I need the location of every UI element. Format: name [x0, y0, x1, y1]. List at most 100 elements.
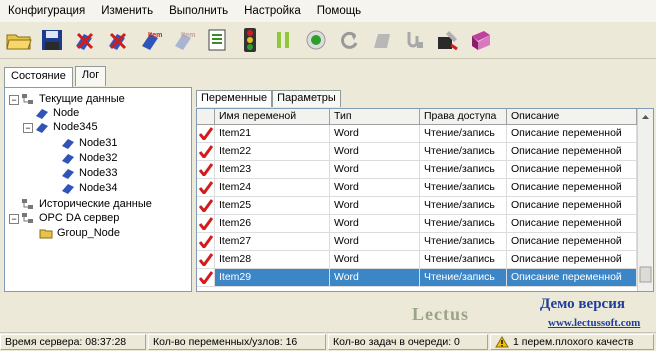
header-name[interactable]: Имя переменой — [215, 109, 330, 124]
table-row[interactable]: Item25 Word Чтение/запись Описание переменн… — [197, 197, 637, 215]
tree-item-node34[interactable]: Node34 — [61, 181, 118, 195]
cell-name: Item27 — [215, 233, 330, 250]
cell-name: Item21 — [215, 125, 330, 142]
header-access[interactable]: Права доступа — [420, 109, 507, 124]
book-icon[interactable] — [466, 25, 496, 55]
tools-icon[interactable] — [433, 25, 463, 55]
tree-item-historical-data[interactable]: Исторические данные — [21, 197, 152, 211]
document-icon[interactable] — [202, 25, 232, 55]
node-icon — [35, 121, 49, 133]
header-type[interactable]: Тип — [330, 109, 420, 124]
warning-icon — [495, 336, 509, 348]
add-item-disabled-icon[interactable]: Item — [169, 25, 199, 55]
menu-bar: Конфигурация Изменить Выполнить Настройк… — [0, 0, 656, 22]
lectus-logo: Lectus — [412, 304, 469, 324]
checkmark-icon[interactable] — [197, 197, 215, 214]
tree-item-node32[interactable]: Node32 — [61, 151, 118, 165]
node-icon — [61, 137, 75, 149]
tab-log[interactable]: Лог — [74, 66, 107, 86]
node-icon — [61, 182, 75, 194]
tree-label: Group_Node — [57, 227, 120, 239]
cell-access: Чтение/запись — [420, 125, 507, 142]
record-icon[interactable] — [301, 25, 331, 55]
checkmark-icon[interactable] — [197, 125, 215, 142]
collapse-node345-icon[interactable]: − — [23, 123, 33, 133]
node-icon — [61, 152, 75, 164]
tree-label: Node — [53, 107, 80, 119]
menu-run[interactable]: Выполнить — [161, 5, 236, 17]
save-icon[interactable] — [37, 25, 67, 55]
add-item-icon[interactable]: Item — [136, 25, 166, 55]
cell-type: Word — [330, 269, 420, 286]
tree-label: Исторические данные — [39, 198, 152, 210]
checkmark-icon[interactable] — [197, 233, 215, 250]
table-row[interactable]: Item23 Word Чтение/запись Описание переменн… — [197, 161, 637, 179]
menu-configuration[interactable]: Конфигурация — [0, 5, 93, 17]
checkmark-icon[interactable] — [197, 179, 215, 196]
menu-edit[interactable]: Изменить — [93, 5, 161, 17]
cell-description: Описание переменной — [507, 161, 637, 178]
checkmark-icon[interactable] — [197, 215, 215, 232]
collapse-current-icon[interactable]: − — [9, 95, 19, 105]
delete-item-icon[interactable] — [103, 25, 133, 55]
right-tabs: Переменные Параметры — [196, 90, 341, 107]
cell-type: Word — [330, 161, 420, 178]
tree-label: Node31 — [79, 137, 118, 149]
cell-access: Чтение/запись — [420, 179, 507, 196]
cell-access: Чтение/запись — [420, 269, 507, 286]
table-row[interactable]: Item22 Word Чтение/запись Описание переменн… — [197, 143, 637, 161]
header-description[interactable]: Описание — [507, 109, 637, 124]
table-row[interactable]: Item21 Word Чтение/запись Описание переменн… — [197, 125, 637, 143]
tab-variables[interactable]: Переменные — [196, 90, 273, 107]
table-row[interactable]: Item27 Word Чтение/запись Описание переменн… — [197, 233, 637, 251]
svg-text:Item: Item — [148, 32, 162, 39]
cell-name: Item23 — [215, 161, 330, 178]
table-row[interactable]: Item26 Word Чтение/запись Описание переменн… — [197, 215, 637, 233]
menu-settings[interactable]: Настройка — [236, 5, 309, 17]
tree-item-current-data[interactable]: Текущие данные — [21, 92, 125, 106]
cell-type: Word — [330, 179, 420, 196]
table-row[interactable]: Item28 Word Чтение/запись Описание переменн… — [197, 251, 637, 269]
cell-description: Описание переменной — [507, 197, 637, 214]
scrollbar-arrows — [639, 115, 652, 283]
refresh-icon[interactable] — [334, 25, 364, 55]
node-icon — [35, 107, 49, 119]
collapse-opc-icon[interactable]: − — [9, 214, 19, 224]
tree-item-node33[interactable]: Node33 — [61, 166, 118, 180]
table-row[interactable]: Item29 Word Чтение/запись Описание переменн… — [197, 269, 637, 287]
traffic-light-icon[interactable] — [235, 25, 265, 55]
tree-item-group-node[interactable]: Group_Node — [39, 226, 120, 240]
website-link[interactable]: www.lectussoft.com — [548, 317, 640, 329]
tree-label: Node33 — [79, 167, 118, 179]
tree-item-opc-server[interactable]: OPC DA сервер — [21, 211, 119, 225]
variables-table: Имя переменой Тип Права доступа Описание… — [196, 108, 654, 292]
table-header: Имя переменой Тип Права доступа Описание — [197, 109, 637, 125]
checkmark-icon[interactable] — [197, 269, 215, 286]
checkmark-icon[interactable] — [197, 143, 215, 160]
toolbar: Item Item — [0, 22, 656, 59]
connect-icon[interactable] — [400, 25, 430, 55]
folder-icon — [39, 227, 53, 239]
vertical-scrollbar[interactable] — [637, 109, 653, 291]
cell-name: Item25 — [215, 197, 330, 214]
tree-label: Node32 — [79, 152, 118, 164]
menu-help[interactable]: Помощь — [309, 5, 369, 17]
pause-icon[interactable] — [268, 25, 298, 55]
checkmark-icon[interactable] — [197, 161, 215, 178]
cell-type: Word — [330, 143, 420, 160]
checkmark-icon[interactable] — [197, 251, 215, 268]
open-folder-icon[interactable] — [4, 25, 34, 55]
tab-state[interactable]: Состояние — [4, 67, 73, 87]
tree-item-node345[interactable]: Node345 — [35, 120, 98, 134]
tree-item-node[interactable]: Node — [35, 106, 79, 120]
tab-parameters[interactable]: Параметры — [272, 90, 341, 107]
node-icon — [61, 167, 75, 179]
data-tree-icon — [21, 212, 35, 224]
header-check — [197, 109, 215, 124]
tree-item-node31[interactable]: Node31 — [61, 136, 118, 150]
shape-icon[interactable] — [367, 25, 397, 55]
status-bar: Время сервера: 08:37:28 Кол-во переменны… — [0, 332, 656, 351]
cell-name: Item28 — [215, 251, 330, 268]
delete-node-icon[interactable] — [70, 25, 100, 55]
table-row[interactable]: Item24 Word Чтение/запись Описание переменн… — [197, 179, 637, 197]
